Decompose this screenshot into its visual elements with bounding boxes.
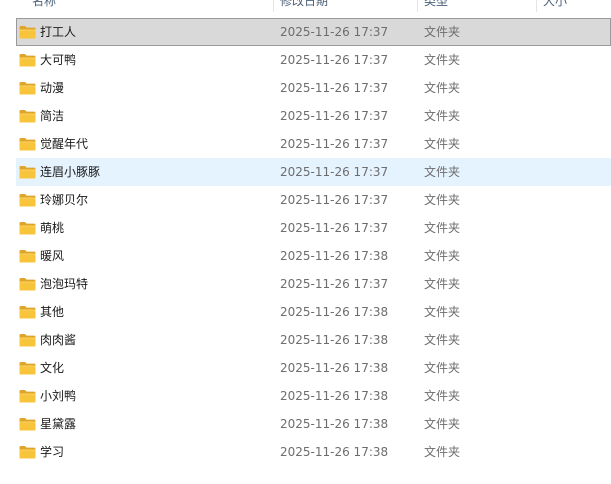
column-divider[interactable] <box>417 0 418 12</box>
file-type: 文件夹 <box>424 137 461 151</box>
file-row-12[interactable]: 肉肉酱 2025-11-26 17:38 文件夹 <box>16 326 611 354</box>
folder-icon <box>19 82 36 95</box>
file-type: 文件夹 <box>424 221 461 235</box>
file-name: 星黛露 <box>40 417 77 431</box>
file-type: 文件夹 <box>424 193 461 207</box>
file-row-2[interactable]: 大可鸭 2025-11-26 17:37 文件夹 <box>16 46 611 74</box>
file-row-5[interactable]: 觉醒年代 2025-11-26 17:37 文件夹 <box>16 130 611 158</box>
file-type: 文件夹 <box>424 109 461 123</box>
column-header-type[interactable]: 类型 <box>424 0 448 11</box>
file-row-3[interactable]: 动漫 2025-11-26 17:37 文件夹 <box>16 74 611 102</box>
file-name: 萌桃 <box>40 221 65 235</box>
file-name: 简洁 <box>40 109 65 123</box>
folder-icon <box>19 390 36 403</box>
modified-date: 2025-11-26 17:37 <box>280 53 389 67</box>
modified-date: 2025-11-26 17:37 <box>280 165 389 179</box>
modified-date: 2025-11-26 17:37 <box>280 109 389 123</box>
column-header-name[interactable]: 名称 <box>32 0 56 11</box>
modified-date: 2025-11-26 17:38 <box>280 417 389 431</box>
file-type: 文件夹 <box>424 417 461 431</box>
file-type: 文件夹 <box>424 333 461 347</box>
modified-date: 2025-11-26 17:37 <box>280 137 389 151</box>
modified-date: 2025-11-26 17:37 <box>280 277 389 291</box>
file-name: 文化 <box>40 361 65 375</box>
folder-icon <box>19 26 36 39</box>
file-name: 大可鸭 <box>40 53 77 67</box>
file-row-4[interactable]: 简洁 2025-11-26 17:37 文件夹 <box>16 102 611 130</box>
file-row-7[interactable]: 玲娜贝尔 2025-11-26 17:37 文件夹 <box>16 186 611 214</box>
folder-icon <box>19 138 36 151</box>
file-name: 学习 <box>40 445 65 459</box>
modified-date: 2025-11-26 17:37 <box>280 193 389 207</box>
file-name: 肉肉酱 <box>40 333 77 347</box>
file-row-15[interactable]: 星黛露 2025-11-26 17:38 文件夹 <box>16 410 611 438</box>
folder-icon <box>19 362 36 375</box>
file-type: 文件夹 <box>424 389 461 403</box>
file-row-16[interactable]: 学习 2025-11-26 17:38 文件夹 <box>16 438 611 466</box>
file-type: 文件夹 <box>424 305 461 319</box>
folder-icon <box>19 166 36 179</box>
modified-date: 2025-11-26 17:37 <box>280 221 389 235</box>
file-name: 打工人 <box>40 25 77 39</box>
modified-date: 2025-11-26 17:38 <box>280 445 389 459</box>
file-name: 连眉小豚豚 <box>40 165 101 179</box>
modified-date: 2025-11-26 17:38 <box>280 361 389 375</box>
file-row-14[interactable]: 小刘鸭 2025-11-26 17:38 文件夹 <box>16 382 611 410</box>
file-name: 其他 <box>40 305 65 319</box>
file-row-9[interactable]: 暖风 2025-11-26 17:38 文件夹 <box>16 242 611 270</box>
folder-icon <box>19 446 36 459</box>
file-name: 玲娜贝尔 <box>40 193 89 207</box>
file-row-6[interactable]: 连眉小豚豚 2025-11-26 17:37 文件夹 <box>16 158 611 186</box>
folder-icon <box>19 54 36 67</box>
folder-icon <box>19 250 36 263</box>
file-row-1[interactable]: 打工人 2025-11-26 17:37 文件夹 <box>16 18 611 46</box>
file-type: 文件夹 <box>424 277 461 291</box>
modified-date: 2025-11-26 17:38 <box>280 333 389 347</box>
folder-icon <box>19 222 36 235</box>
file-name: 动漫 <box>40 81 65 95</box>
file-type: 文件夹 <box>424 249 461 263</box>
folder-icon <box>19 334 36 347</box>
folder-icon <box>19 194 36 207</box>
file-type: 文件夹 <box>424 25 461 39</box>
file-row-8[interactable]: 萌桃 2025-11-26 17:37 文件夹 <box>16 214 611 242</box>
file-type: 文件夹 <box>424 53 461 67</box>
column-divider[interactable] <box>273 0 274 12</box>
modified-date: 2025-11-26 17:38 <box>280 249 389 263</box>
file-type: 文件夹 <box>424 165 461 179</box>
column-header-size[interactable]: 大小 <box>543 0 567 11</box>
file-name: 觉醒年代 <box>40 137 89 151</box>
modified-date: 2025-11-26 17:38 <box>280 305 389 319</box>
file-row-13[interactable]: 文化 2025-11-26 17:38 文件夹 <box>16 354 611 382</box>
file-type: 文件夹 <box>424 81 461 95</box>
folder-icon <box>19 306 36 319</box>
folder-icon <box>19 110 36 123</box>
folder-icon <box>19 278 36 291</box>
column-header-date[interactable]: 修改日期 <box>280 0 328 11</box>
file-name: 泡泡玛特 <box>40 277 89 291</box>
file-name: 小刘鸭 <box>40 389 77 403</box>
modified-date: 2025-11-26 17:37 <box>280 25 389 39</box>
modified-date: 2025-11-26 17:37 <box>280 81 389 95</box>
column-header: 名称 修改日期 类型 大小 <box>0 0 611 12</box>
modified-date: 2025-11-26 17:38 <box>280 389 389 403</box>
file-row-10[interactable]: 泡泡玛特 2025-11-26 17:37 文件夹 <box>16 270 611 298</box>
file-row-11[interactable]: 其他 2025-11-26 17:38 文件夹 <box>16 298 611 326</box>
file-type: 文件夹 <box>424 361 461 375</box>
file-type: 文件夹 <box>424 445 461 459</box>
column-divider[interactable] <box>536 0 537 12</box>
file-name: 暖风 <box>40 249 65 263</box>
folder-icon <box>19 418 36 431</box>
file-list: 打工人 2025-11-26 17:37 文件夹 大可鸭 2025-11-26 … <box>16 18 611 466</box>
